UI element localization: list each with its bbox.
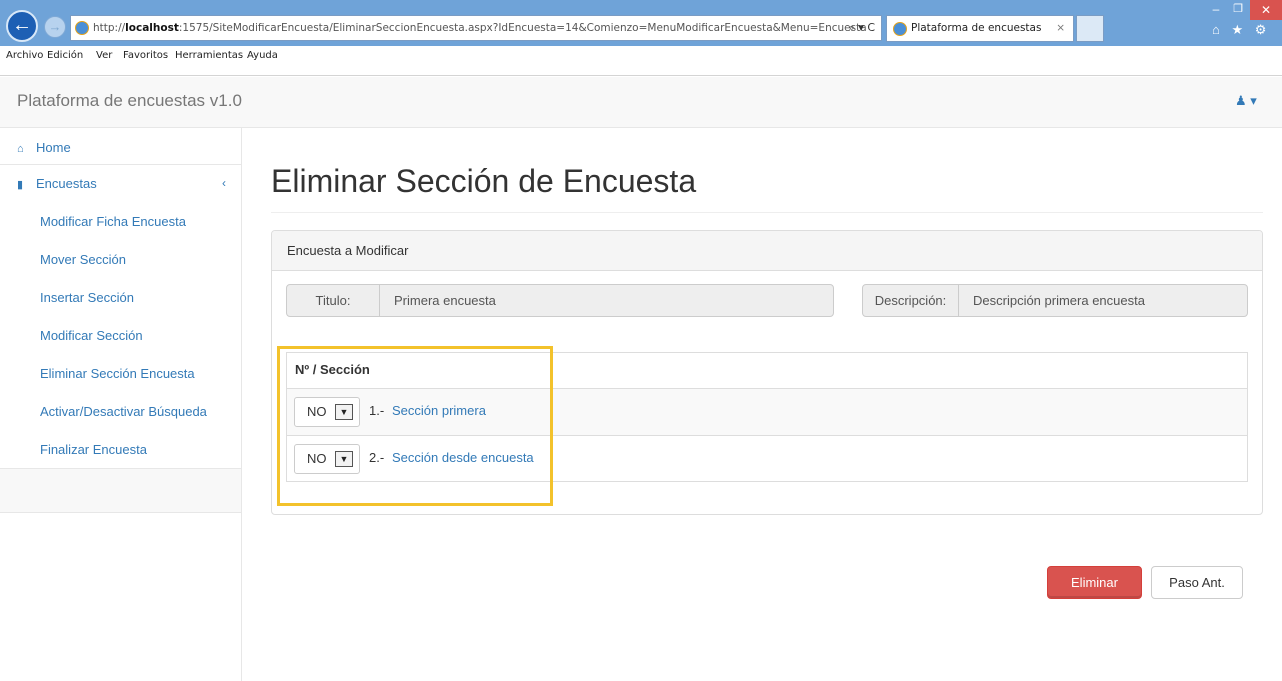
app-navbar: Plataforma de encuestas v1.0 ♟ ▾ bbox=[0, 77, 1282, 128]
menu-herramientas[interactable]: Herramientas bbox=[175, 50, 243, 61]
title-divider bbox=[271, 212, 1263, 213]
menu-archivo[interactable]: Archivo bbox=[6, 50, 43, 61]
minimize-icon[interactable]: – bbox=[1205, 0, 1227, 18]
sidebar-item-label: Encuestas bbox=[36, 176, 97, 191]
sidebar-footer bbox=[0, 468, 241, 513]
sidebar-item-label: Home bbox=[36, 140, 71, 155]
menu-ayuda[interactable]: Ayuda bbox=[247, 50, 278, 61]
user-menu-icon[interactable]: ♟ ▾ bbox=[1235, 93, 1257, 109]
sidebar-item-modificar-ficha[interactable]: Modificar Ficha Encuesta bbox=[40, 214, 186, 229]
descripcion-field[interactable]: Descripción: Descripción primera encuest… bbox=[862, 284, 1248, 317]
tab-title: Plataforma de encuestas bbox=[911, 22, 1042, 34]
select-value: NO bbox=[307, 404, 327, 419]
delete-select[interactable]: NO ▼ bbox=[294, 397, 360, 427]
url-prefix: http:// bbox=[93, 22, 126, 34]
titulo-label: Titulo: bbox=[287, 285, 380, 316]
menu-favoritos[interactable]: Favoritos bbox=[123, 50, 168, 61]
table-row: NO ▼ 1.- Sección primera bbox=[287, 389, 1247, 436]
section-number: 2.- bbox=[369, 450, 385, 465]
new-tab-button[interactable] bbox=[1076, 15, 1104, 42]
delete-select[interactable]: NO ▼ bbox=[294, 444, 360, 474]
chevron-down-icon[interactable]: ▼ bbox=[335, 451, 353, 467]
chevron-left-icon[interactable]: ‹ bbox=[222, 176, 226, 190]
sidebar-item-finalizar-encuesta[interactable]: Finalizar Encuesta bbox=[40, 442, 147, 457]
back-button[interactable]: ← bbox=[6, 10, 38, 42]
sidebar: ⌂ Home ▮ Encuestas ‹ Modificar Ficha Encue… bbox=[0, 128, 242, 681]
panel-heading: Encuesta a Modificar bbox=[272, 231, 1262, 271]
chevron-down-icon[interactable]: ▼ bbox=[335, 404, 353, 420]
close-icon[interactable]: ✕ bbox=[1250, 0, 1282, 20]
tab-close-icon[interactable]: × bbox=[1056, 16, 1065, 41]
home-icon: ⌂ bbox=[17, 143, 24, 155]
sidebar-item-home[interactable]: ⌂ Home bbox=[17, 140, 71, 155]
sidebar-item-activar-busqueda[interactable]: Activar/Desactivar Búsqueda bbox=[40, 404, 207, 419]
table-header: Nº / Sección bbox=[287, 353, 1247, 389]
menu-ver[interactable]: Ver bbox=[96, 50, 112, 61]
table-row: NO ▼ 2.- Sección desde encuesta bbox=[287, 436, 1247, 483]
address-bar[interactable]: http://localhost:1575/SiteModificarEncue… bbox=[70, 15, 882, 41]
browser-titlebar: ← → http://localhost:1575/SiteModificarE… bbox=[0, 0, 1282, 46]
titulo-field[interactable]: Titulo: Primera encuesta bbox=[286, 284, 834, 317]
eliminar-button[interactable]: Eliminar bbox=[1047, 566, 1142, 599]
descripcion-value: Descripción primera encuesta bbox=[973, 293, 1145, 308]
page-title: Eliminar Sección de Encuesta bbox=[271, 163, 697, 199]
section-link[interactable]: Sección primera bbox=[392, 403, 486, 418]
section-number: 1.- bbox=[369, 403, 385, 418]
sidebar-item-insertar-seccion[interactable]: Insertar Sección bbox=[40, 290, 134, 305]
maximize-icon[interactable]: ❐ bbox=[1228, 0, 1248, 18]
menu-edicion[interactable]: Edición bbox=[47, 50, 83, 61]
forward-button[interactable]: → bbox=[44, 16, 66, 38]
section-link[interactable]: Sección desde encuesta bbox=[392, 450, 534, 465]
sidebar-item-modificar-seccion[interactable]: Modificar Sección bbox=[40, 328, 143, 343]
tab-favicon-icon bbox=[893, 22, 907, 36]
page-favicon-icon bbox=[75, 21, 89, 35]
sidebar-item-mover-seccion[interactable]: Mover Sección bbox=[40, 252, 126, 267]
paso-anterior-button[interactable]: Paso Ant. bbox=[1151, 566, 1243, 599]
browser-menubar: Archivo Edición Ver Favoritos Herramient… bbox=[0, 46, 1282, 76]
browser-tab[interactable]: Plataforma de encuestas × bbox=[886, 15, 1074, 42]
url-host: localhost bbox=[125, 22, 179, 34]
descripcion-label: Descripción: bbox=[863, 285, 959, 316]
divider bbox=[0, 164, 241, 165]
select-value: NO bbox=[307, 451, 327, 466]
app-brand[interactable]: Plataforma de encuestas v1.0 bbox=[17, 91, 242, 111]
url-rest: :1575/SiteModificarEncuesta/EliminarSecc… bbox=[178, 22, 867, 34]
sidebar-item-encuestas[interactable]: ▮ Encuestas bbox=[17, 176, 97, 191]
bookmark-icon: ▮ bbox=[17, 179, 24, 191]
titulo-value: Primera encuesta bbox=[394, 293, 496, 308]
sections-table: Nº / Sección NO ▼ 1.- Sección primera NO… bbox=[286, 352, 1248, 482]
address-actions-icon[interactable]: ⌕ ▾ C bbox=[849, 16, 875, 40]
sidebar-item-eliminar-seccion[interactable]: Eliminar Sección Encuesta bbox=[40, 366, 195, 381]
browser-tools-icon[interactable]: ⌂ ★ ⚙ bbox=[1212, 22, 1270, 38]
